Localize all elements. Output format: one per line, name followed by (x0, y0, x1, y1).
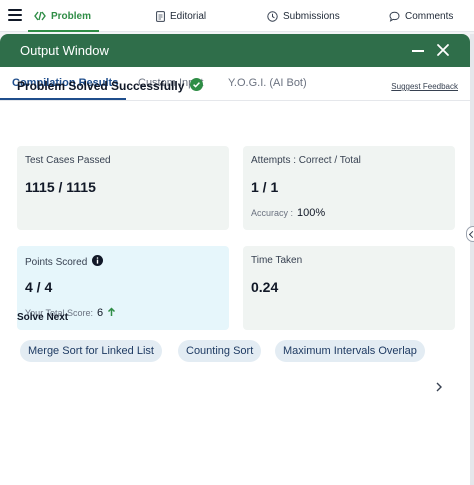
tab-problem[interactable]: Problem (27, 0, 100, 32)
time-value: 0.24 (251, 279, 279, 295)
scroll-edge (470, 34, 474, 485)
total-score-value: 6 (97, 307, 104, 319)
check-circle-icon (190, 78, 204, 94)
active-tab-indicator (0, 98, 126, 100)
arrow-up-icon (107, 307, 116, 319)
menu-icon[interactable] (8, 9, 22, 21)
suggest-feedback-link[interactable]: Suggest Feedback (391, 82, 458, 91)
top-navigation: Problem Editorial Submissions Comments (0, 0, 474, 32)
tab-comments[interactable]: Comments (389, 0, 453, 32)
accuracy-label: Accuracy : (251, 208, 294, 218)
tab-editorial-label: Editorial (170, 10, 207, 22)
tab-comments-label: Comments (405, 10, 454, 22)
test-cases-value: 1115 / 1115 (25, 179, 96, 195)
chip-counting-sort[interactable]: Counting Sort (178, 340, 262, 362)
tab-submissions-label: Submissions (283, 10, 340, 22)
solve-next-heading: Solve Next (17, 312, 69, 323)
points-label: Points Scored (25, 256, 88, 268)
accuracy-value: 100% (297, 207, 326, 219)
time-card: Time Taken 0.24 (243, 246, 455, 330)
minimize-icon[interactable] (412, 50, 424, 52)
tab-problem-label: Problem (51, 10, 92, 22)
tab-editorial[interactable]: Editorial (156, 0, 206, 32)
output-window-title: Output Window (20, 43, 109, 58)
chevron-right-icon[interactable] (432, 380, 446, 394)
accuracy-row: Accuracy : 100% (251, 207, 325, 219)
info-icon[interactable] (92, 255, 104, 269)
close-icon[interactable] (436, 43, 450, 57)
clock-icon (267, 10, 278, 22)
time-label: Time Taken (251, 255, 303, 266)
document-icon (156, 10, 165, 22)
code-icon (34, 11, 46, 21)
points-label-row: Points Scored (25, 255, 104, 269)
status-text: Problem Solved Successfully (17, 79, 185, 93)
collapse-handle[interactable] (466, 226, 474, 242)
output-window-header: Output Window (0, 34, 470, 67)
tab-yogi-ai-bot[interactable]: Y.O.G.I. (AI Bot) (228, 77, 307, 89)
attempts-card: Attempts : Correct / Total 1 / 1 Accurac… (243, 146, 455, 230)
test-cases-label: Test Cases Passed (25, 155, 111, 166)
tab-submissions[interactable]: Submissions (267, 0, 340, 32)
points-value: 4 / 4 (25, 279, 53, 295)
attempts-label: Attempts : Correct / Total (251, 155, 361, 166)
chip-merge-sort-linked-list[interactable]: Merge Sort for Linked List (20, 340, 162, 362)
attempts-value: 1 / 1 (251, 179, 279, 195)
chip-maximum-intervals-overlap[interactable]: Maximum Intervals Overlap (275, 340, 425, 362)
comment-icon (389, 11, 400, 22)
test-cases-card: Test Cases Passed 1115 / 1115 (17, 146, 229, 230)
status-message: Problem Solved Successfully (17, 78, 204, 94)
